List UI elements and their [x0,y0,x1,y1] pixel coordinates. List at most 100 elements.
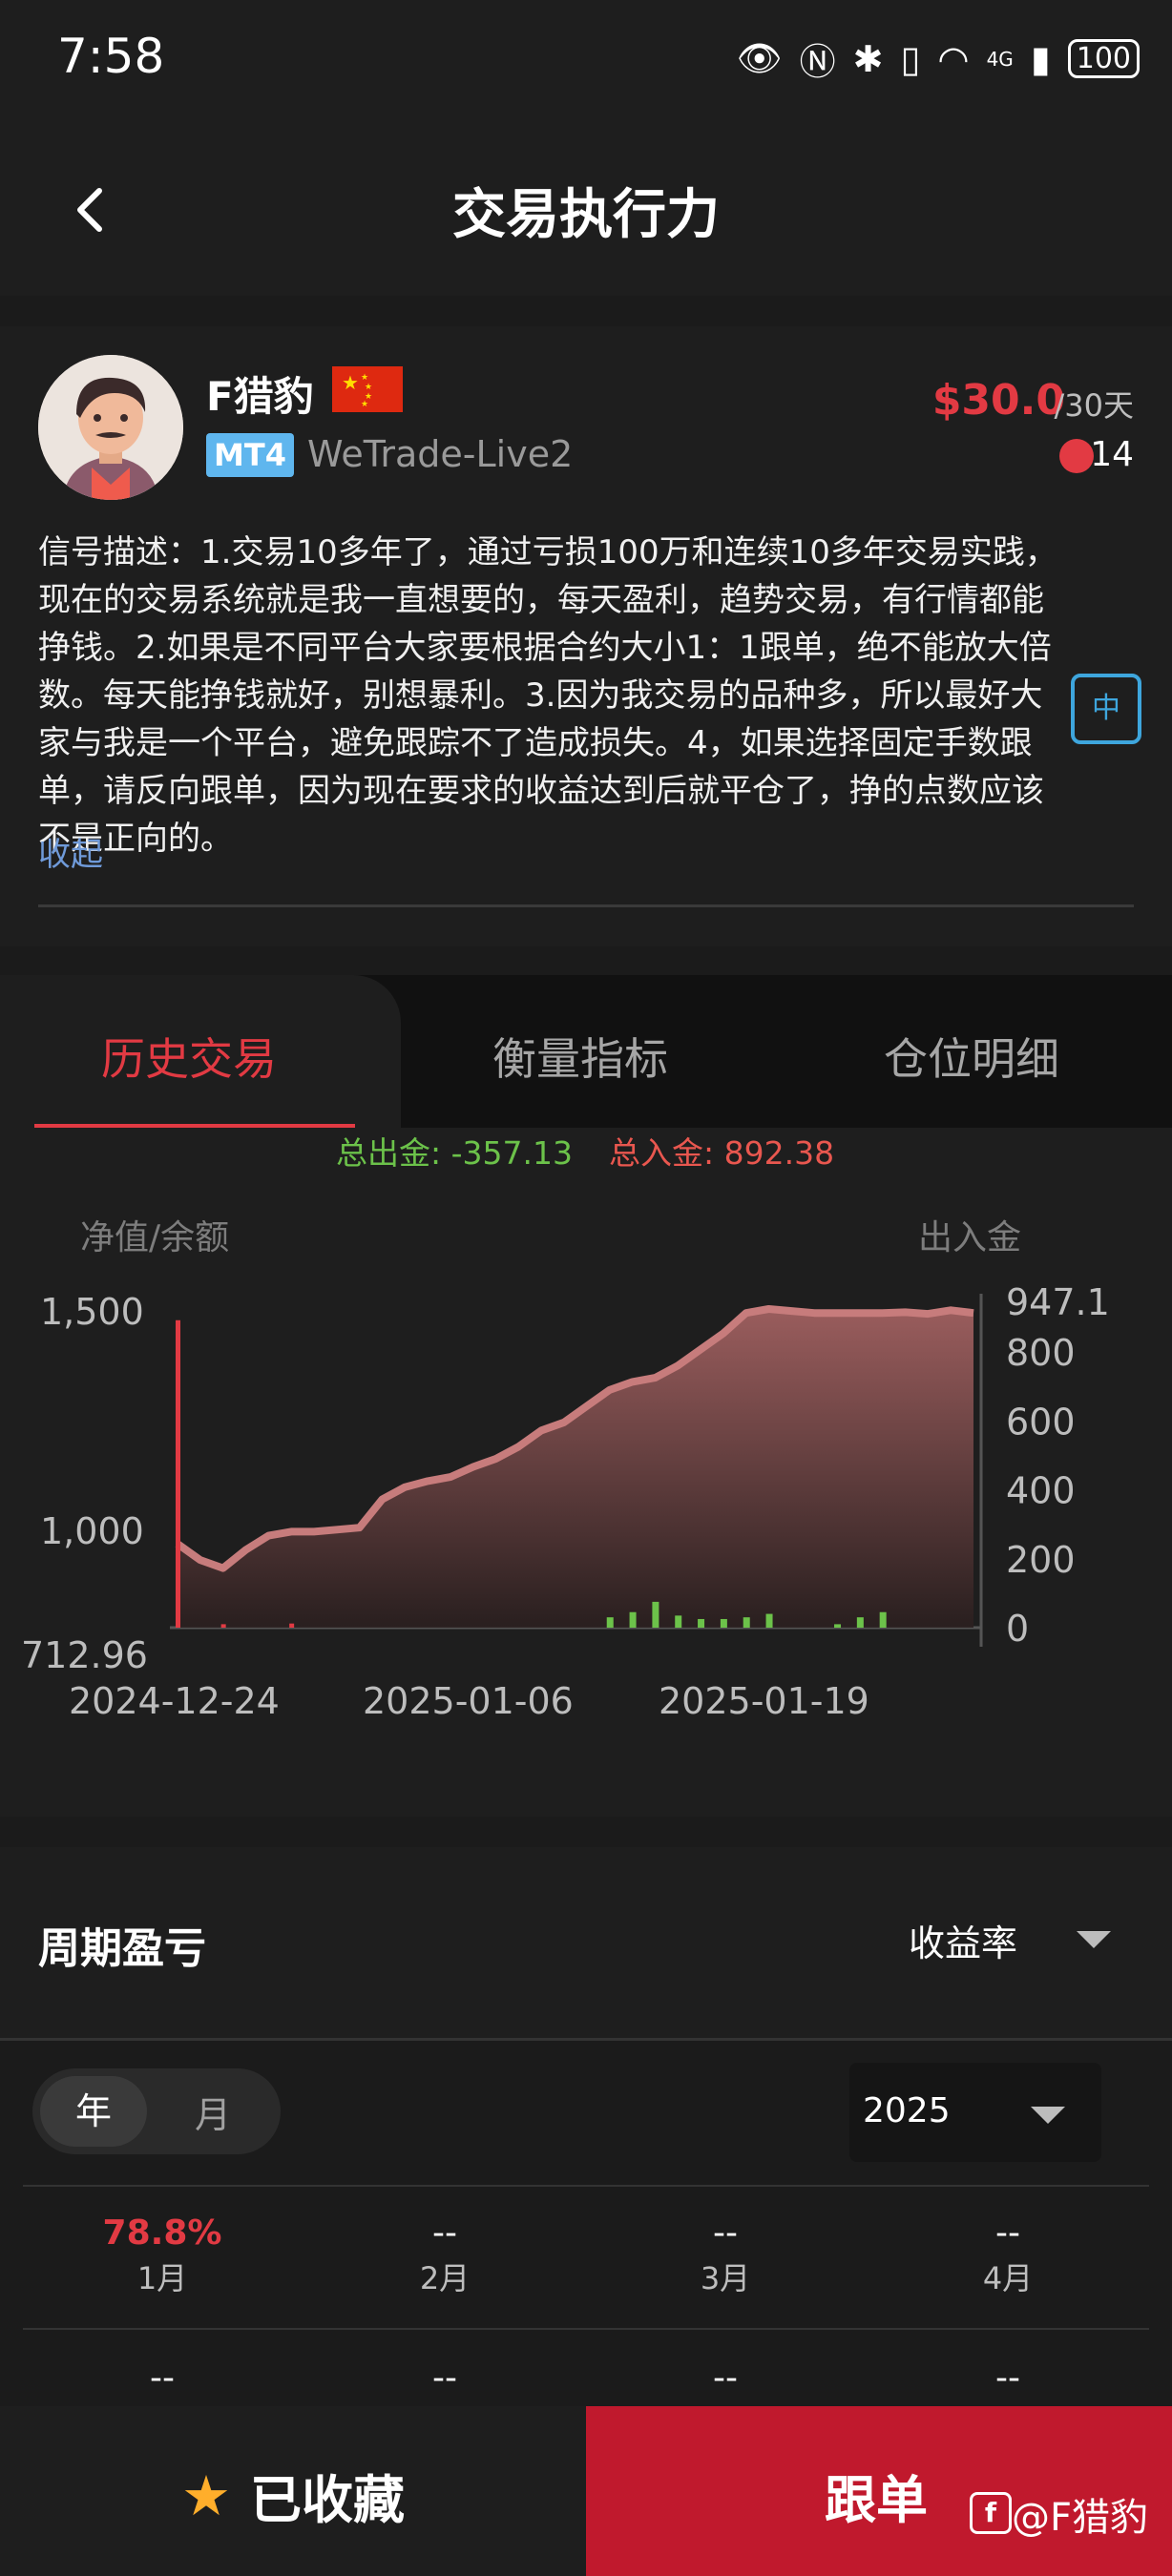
month-cell[interactable]: -- [57,2358,267,2398]
favorite-label: 已收藏 [250,2470,405,2530]
equity-chart[interactable]: 1,500 1,000 712.96 947.1 800 600 400 200 0 2024-1… [0,1261,1172,1815]
withdraw-bar [629,1611,637,1628]
withdraw-bar [765,1613,773,1628]
month-cell[interactable]: -- 2月 [340,2213,550,2298]
svg-text:★: ★ [361,400,368,409]
total-withdraw: 总出金: -357.13 [336,1134,573,1172]
x-tick-label: 2024-12-24 [69,1680,280,1722]
nfc-icon: Ⓝ [799,41,836,83]
server-name: WeTrade-Live2 [307,433,574,475]
month-label: 2月 [419,2260,471,2296]
left-tick-label: 1,000 [40,1510,144,1552]
eye-icon: 👁 [736,37,783,79]
status-time: 7:58 [57,29,165,84]
month-cell[interactable]: 78.8% 1月 [57,2213,267,2298]
watermark: @F猎豹 [1012,2496,1149,2540]
year-value: 2025 [863,2091,951,2130]
tab-bar: 历史交易 衡量指标 仓位明细 [0,975,1172,1130]
favorite-button[interactable]: ★ 已收藏 [0,2406,586,2576]
withdraw-bar [834,1624,842,1628]
divider [23,2185,1149,2187]
month-return: -- [713,2358,738,2398]
divider [23,2328,1149,2330]
year-month-toggle: 年 月 [32,2068,281,2154]
month-return: -- [432,2213,457,2253]
translate-icon[interactable]: 中 [1071,674,1141,744]
subscription-period: /30天 [1054,387,1134,424]
divider [0,2038,1172,2041]
deposit-bar [220,1624,226,1628]
signal-icon: ▮ [1030,37,1051,80]
total-deposit: 总入金: 892.38 [609,1134,835,1172]
left-axis-label: 净值/余额 [80,1218,230,1257]
bottom-action-bar: ★ 已收藏 跟单 [0,2406,1172,2576]
withdraw-bar [720,1618,727,1628]
withdraw-bar [698,1618,705,1628]
trader-name: F猎豹 [206,373,314,420]
follower-count: 14 [1090,435,1134,474]
tab-positions[interactable]: 仓位明细 [884,1025,1059,1088]
star-icon: ★ [181,2463,231,2528]
tab-history[interactable]: 历史交易 [101,1025,277,1088]
period-pnl-header: 周期盈亏 收益率 [0,1847,1172,2038]
chevron-down-icon [1031,2107,1065,2124]
fire-icon [1059,439,1094,473]
svg-text:★: ★ [361,373,368,383]
right-tick-label: 0 [1006,1608,1029,1650]
month-return: -- [150,2358,175,2398]
period-pnl-title: 周期盈亏 [38,1924,206,1973]
avatar[interactable] [38,355,183,500]
subscription-price: $30.0 [931,376,1065,425]
withdraw-bar [743,1617,750,1628]
status-icons: 👁 Ⓝ ✱ ▯ ◠ 4G ▮ 100 [736,32,1140,85]
right-tick-label: 800 [1006,1332,1076,1374]
withdraw-bar [652,1601,659,1628]
chevron-down-icon[interactable] [1077,1931,1111,1948]
signal-description: 信号描述：1.交易10多年了，通过亏损100万和连续10多年交易实践，现在的交易… [38,533,1057,858]
month-return: -- [995,2358,1020,2398]
toggle-month[interactable]: 月 [195,2086,231,2138]
right-tick-label: 947.1 [1006,1281,1110,1323]
follow-label: 跟单 [825,2470,928,2530]
year-select[interactable]: 2025 [849,2063,1101,2162]
page-title: 交易执行力 [452,184,720,246]
right-tick-label: 200 [1006,1539,1076,1581]
wifi-icon: ◠ [937,37,970,80]
x-tick-label: 2025-01-19 [659,1680,869,1722]
month-cell[interactable]: -- 4月 [903,2213,1113,2298]
withdraw-bar [879,1611,887,1628]
platform-badge: MT4 [206,433,294,477]
month-label: 3月 [700,2260,751,2296]
month-return: 78.8% [102,2213,222,2253]
withdraw-bar [606,1617,614,1628]
battery-icon: 100 [1067,39,1140,78]
month-label: 4月 [982,2260,1034,2296]
app-header: 交易执行力 [0,114,1172,296]
svg-text:★: ★ [365,383,372,392]
x-tick-label: 2025-01-06 [363,1680,574,1722]
right-tick-label: 600 [1006,1401,1076,1443]
withdraw-bar [856,1617,864,1628]
month-cell[interactable]: -- [620,2358,830,2398]
collapse-link[interactable]: 收起 [38,828,103,875]
month-return: -- [995,2213,1020,2253]
right-tick-label: 400 [1006,1470,1076,1512]
equity-area [178,1309,973,1628]
month-cell[interactable]: -- [340,2358,550,2398]
metric-select[interactable]: 收益率 [909,1914,1017,1966]
month-return: -- [713,2213,738,2253]
right-axis-label: 出入金 [918,1218,1022,1257]
network-type: 4G [986,47,1014,71]
month-cell[interactable]: -- 3月 [620,2213,830,2298]
withdraw-bar [675,1615,682,1628]
month-cell[interactable]: -- [903,2358,1113,2398]
toggle-year[interactable]: 年 [40,2076,147,2147]
left-tick-label: 1,500 [40,1291,144,1333]
trader-card: F猎豹 ★ ★ ★ ★ ★ MT4 WeTrade-Live2 $30.0 /30天 1… [0,326,1172,946]
deposit-bar [176,1319,180,1628]
divider [38,904,1134,907]
equity-chart-panel: 总出金: -357.13 总入金: 892.38 净值/余额 出入金 1,500… [0,1128,1172,1817]
svg-text:★: ★ [342,371,359,394]
tab-metrics[interactable]: 衡量指标 [492,1025,668,1088]
status-bar: 7:58 👁 Ⓝ ✱ ▯ ◠ 4G ▮ 100 [0,0,1172,114]
